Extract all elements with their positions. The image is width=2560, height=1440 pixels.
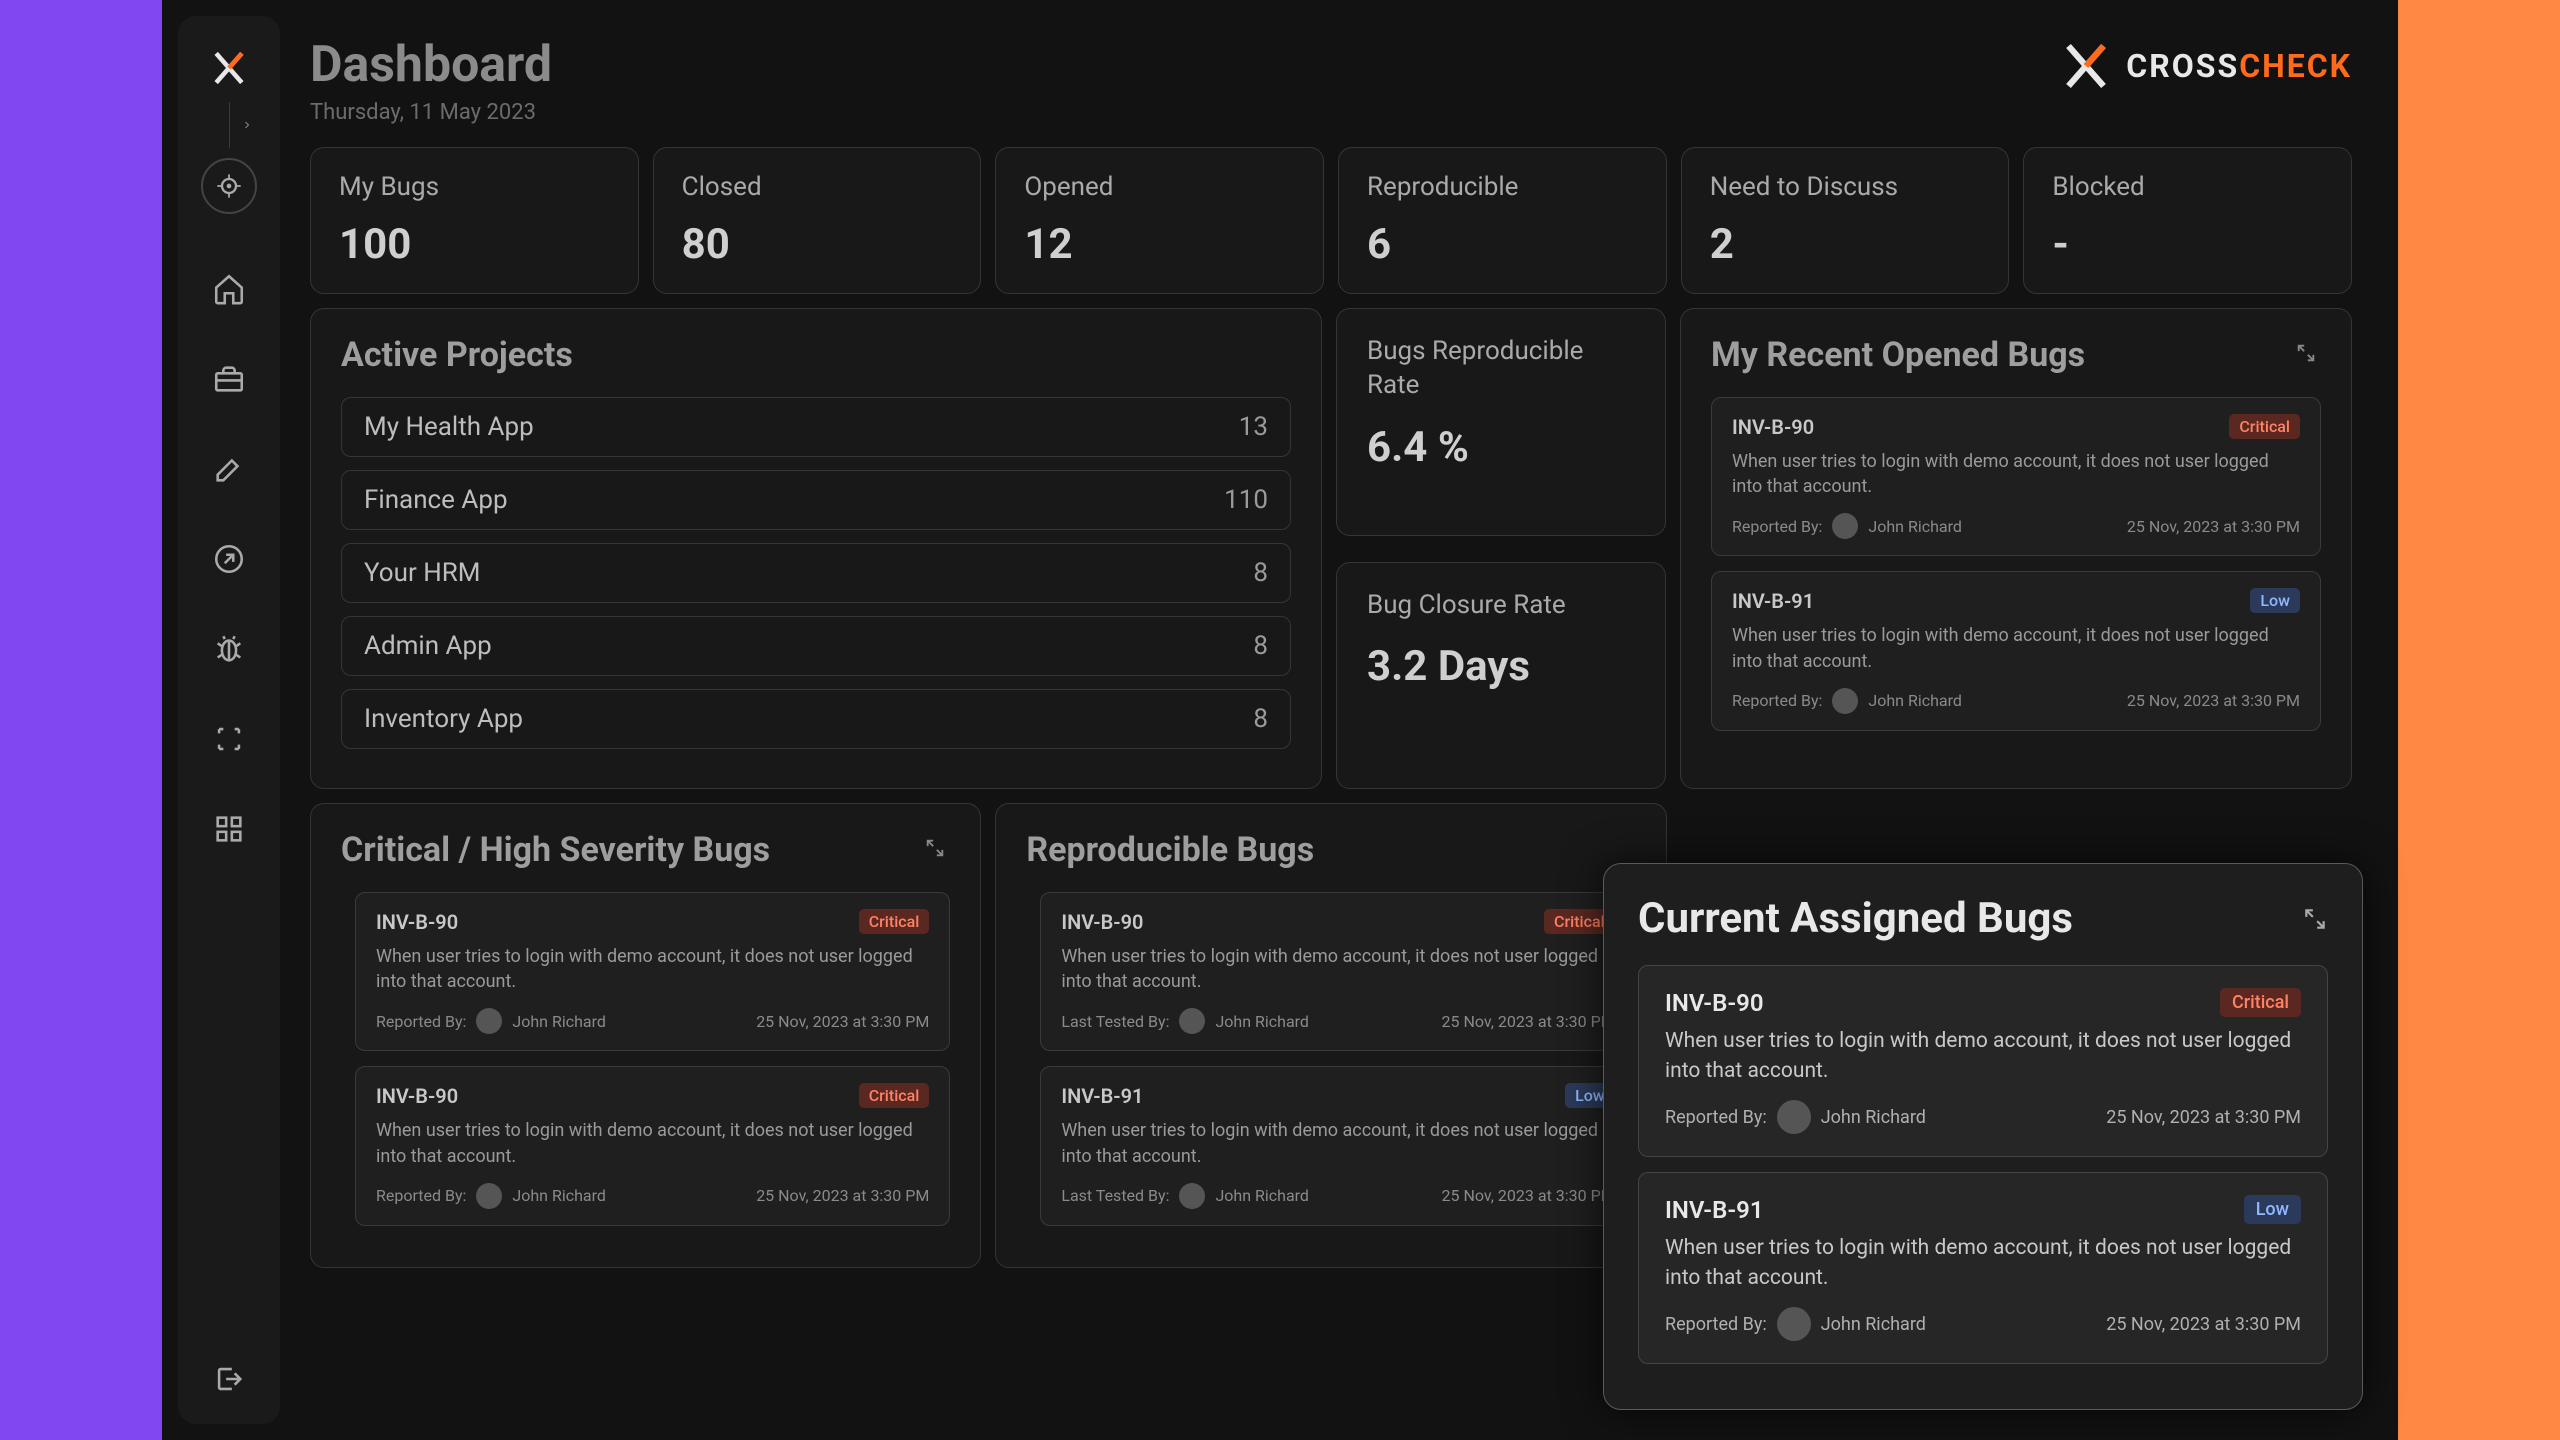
avatar	[476, 1183, 502, 1209]
sidebar-expand-icon[interactable]	[238, 116, 256, 134]
page-title: Dashboard	[310, 36, 552, 94]
reproducible-bugs-panel: Reproducible Bugs INV-B-90Critical When …	[995, 803, 1666, 1268]
nav-icons	[212, 272, 246, 846]
target-icon[interactable]	[201, 158, 257, 214]
sidebar-divider	[229, 102, 230, 148]
logout-icon[interactable]	[212, 1362, 246, 1396]
avatar	[1179, 1183, 1205, 1209]
recent-bugs-title: My Recent Opened Bugs	[1711, 335, 2085, 375]
bug-icon[interactable]	[212, 632, 246, 666]
avatar	[1832, 513, 1858, 539]
expand-icon[interactable]	[924, 837, 950, 863]
severity-badge: Low	[2244, 1195, 2301, 1224]
sidebar	[178, 16, 280, 1424]
project-item[interactable]: My Health App13	[341, 397, 1291, 457]
stat-need-to-discuss[interactable]: Need to Discuss2	[1681, 147, 2010, 294]
stat-blocked[interactable]: Blocked-	[2023, 147, 2352, 294]
external-link-icon[interactable]	[212, 542, 246, 576]
app-container: Dashboard Thursday, 11 May 2023 CROSSCHE…	[162, 0, 2398, 1440]
right-accent-bar	[2398, 0, 2560, 1440]
brand: CROSSCHECK	[2056, 36, 2352, 96]
project-item[interactable]: Finance App110	[341, 470, 1291, 530]
expand-icon[interactable]	[2295, 342, 2321, 368]
brand-logo-icon	[2056, 36, 2116, 96]
assigned-bugs-overlay: Current Assigned Bugs INV-B-90Critical W…	[1603, 863, 2363, 1410]
severity-badge: Critical	[2220, 988, 2301, 1017]
project-item[interactable]: Your HRM8	[341, 543, 1291, 603]
stat-opened[interactable]: Opened12	[995, 147, 1324, 294]
app-logo-icon[interactable]	[205, 44, 253, 92]
critical-bugs-panel: Critical / High Severity Bugs INV-B-90Cr…	[310, 803, 981, 1268]
avatar	[476, 1008, 502, 1034]
left-accent-bar	[0, 0, 162, 1440]
severity-badge: Critical	[2229, 414, 2300, 439]
header: Dashboard Thursday, 11 May 2023 CROSSCHE…	[310, 36, 2352, 125]
avatar	[1179, 1008, 1205, 1034]
bug-card[interactable]: INV-B-90Critical When user tries to logi…	[355, 1066, 950, 1225]
brand-text: CROSSCHECK	[2126, 47, 2352, 85]
reproducible-rate-card: Bugs Reproducible Rate 6.4 %	[1336, 308, 1666, 536]
project-item[interactable]: Admin App8	[341, 616, 1291, 676]
grid-icon[interactable]	[212, 812, 246, 846]
avatar	[1832, 688, 1858, 714]
home-icon[interactable]	[212, 272, 246, 306]
bug-card[interactable]: INV-B-91Low When user tries to login wit…	[1638, 1172, 2328, 1364]
stat-closed[interactable]: Closed80	[653, 147, 982, 294]
briefcase-icon[interactable]	[212, 362, 246, 396]
recent-bugs-panel: My Recent Opened Bugs INV-B-90Critical W…	[1680, 308, 2352, 789]
stats-row: My Bugs100 Closed80 Opened12 Reproducibl…	[310, 147, 2352, 294]
active-projects-title: Active Projects	[341, 335, 1291, 375]
bug-card[interactable]: INV-B-90Critical When user tries to logi…	[1040, 892, 1635, 1051]
reproducible-bugs-title: Reproducible Bugs	[1026, 830, 1314, 870]
avatar	[1777, 1307, 1811, 1341]
title-block: Dashboard Thursday, 11 May 2023	[310, 36, 552, 125]
rate-column: Bugs Reproducible Rate 6.4 % Bug Closure…	[1336, 308, 1666, 789]
assigned-bugs-title: Current Assigned Bugs	[1638, 894, 2073, 943]
stat-reproducible[interactable]: Reproducible6	[1338, 147, 1667, 294]
closure-rate-card: Bug Closure Rate 3.2 Days	[1336, 562, 1666, 790]
bug-card[interactable]: INV-B-90Critical When user tries to logi…	[1711, 397, 2321, 556]
avatar	[1777, 1100, 1811, 1134]
severity-badge: Critical	[859, 909, 930, 934]
edit-icon[interactable]	[212, 452, 246, 486]
page-date: Thursday, 11 May 2023	[310, 100, 552, 125]
project-item[interactable]: Inventory App8	[341, 689, 1291, 749]
mid-row: Active Projects My Health App13 Finance …	[310, 308, 2352, 789]
bug-card[interactable]: INV-B-90Critical When user tries to logi…	[355, 892, 950, 1051]
selection-icon[interactable]	[212, 722, 246, 756]
bug-card[interactable]: INV-B-91Low When user tries to login wit…	[1040, 1066, 1635, 1225]
severity-badge: Critical	[859, 1083, 930, 1108]
active-projects-panel: Active Projects My Health App13 Finance …	[310, 308, 1322, 789]
critical-bugs-title: Critical / High Severity Bugs	[341, 830, 770, 870]
bug-card[interactable]: INV-B-91Low When user tries to login wit…	[1711, 571, 2321, 730]
expand-icon[interactable]	[2302, 906, 2328, 932]
stat-my-bugs[interactable]: My Bugs100	[310, 147, 639, 294]
severity-badge: Low	[2250, 588, 2300, 613]
bug-card[interactable]: INV-B-90Critical When user tries to logi…	[1638, 965, 2328, 1157]
